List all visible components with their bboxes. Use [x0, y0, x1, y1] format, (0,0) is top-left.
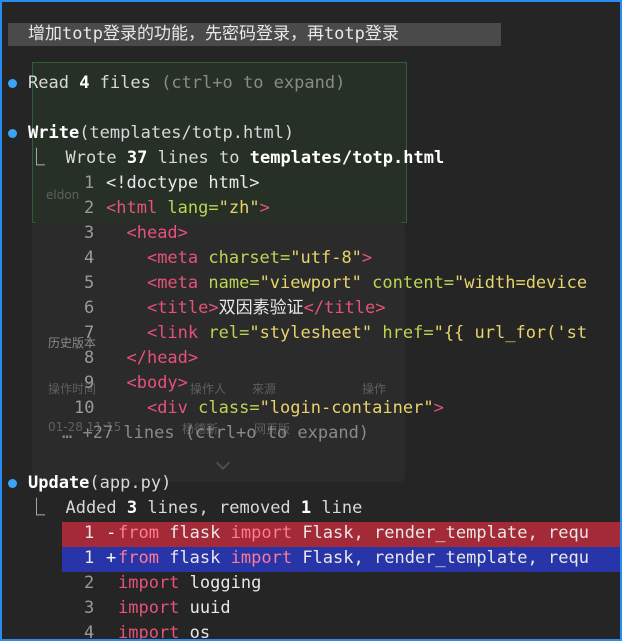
diff-sign: -: [106, 523, 117, 543]
line-number: 4: [84, 623, 95, 641]
write-action-line: Write(templates/totp.html): [28, 121, 294, 146]
ghost-col4: 操作: [362, 382, 387, 396]
update-tool-arg: (app.py): [89, 473, 172, 493]
code-text: <meta name="viewport" content="width=dev…: [146, 273, 588, 293]
terminal-window: eldon 历史版本 操作时间 操作人 来源 操作 01-28 11:15 杨德…: [0, 0, 622, 641]
read-count: 4: [79, 73, 90, 93]
line-number: 3: [84, 598, 95, 618]
ghost-label: eldon: [46, 188, 80, 202]
update-removed-count: 1: [300, 498, 312, 518]
update-action-line: Update(app.py): [28, 471, 171, 496]
update-result-mid: lines, removed: [137, 498, 301, 518]
write-result-line: ⎿ Wrote 37 lines to templates/totp.html: [28, 146, 444, 171]
code-text: <head>: [126, 223, 188, 243]
code-text: import os: [118, 623, 211, 641]
read-suffix: files: [89, 73, 151, 93]
read-action-line: Read 4 files (ctrl+o to expand): [28, 71, 345, 96]
line-number: 1: [84, 173, 95, 193]
write-tool-arg: (templates/totp.html): [79, 123, 295, 143]
code-text: <meta charset="utf-8">: [146, 248, 373, 268]
update-result-line: ⎿ Added 3 lines, removed 1 line: [28, 496, 362, 521]
code-text: <link rel="stylesheet" href="{{ url_for(…: [146, 323, 588, 343]
user-prompt: 增加totp登录的功能，先密码登录，再totp登录: [8, 23, 501, 46]
code-text: import uuid: [118, 598, 231, 618]
code-text: <html lang="zh">: [106, 198, 270, 218]
write-result-path: templates/totp.html: [249, 148, 445, 168]
read-bullet-icon: [8, 79, 17, 88]
line-number: 3: [84, 223, 95, 243]
line-number: 7: [84, 323, 95, 343]
ghost-col3: 来源: [252, 382, 277, 396]
code-text: </head>: [126, 348, 199, 368]
code-text: <title>双因素验证</title>: [146, 298, 386, 318]
line-number: 10: [74, 398, 95, 418]
write-tool-name: Write: [28, 123, 80, 143]
write-result-mid: lines to: [147, 148, 250, 168]
write-result-count: 37: [126, 148, 148, 168]
line-number: 9: [84, 373, 95, 393]
line-number: 1: [84, 523, 95, 543]
diff-sign: [106, 621, 116, 639]
code-text: <body>: [126, 373, 188, 393]
update-result-prefix: ⎿ Added: [28, 498, 127, 518]
code-text: from flask import Flask, render_template…: [118, 523, 589, 543]
diff-sign: +: [106, 548, 117, 568]
write-more-hint[interactable]: … +27 lines (ctrl+o to expand): [62, 421, 369, 446]
line-number: 6: [84, 298, 95, 318]
code-text: <!doctype html>: [106, 173, 260, 193]
write-bullet-icon: [8, 129, 17, 138]
line-number: 8: [84, 348, 95, 368]
diff-sign: [106, 596, 116, 621]
line-number: 5: [84, 273, 95, 293]
read-prefix: Read: [28, 73, 80, 93]
update-result-suffix: line: [311, 498, 363, 518]
line-number: 1: [84, 548, 95, 568]
update-bullet-icon: [8, 479, 17, 488]
code-text: from flask import Flask, render_template…: [118, 548, 589, 568]
update-added-count: 3: [126, 498, 138, 518]
code-text: import logging: [118, 573, 262, 593]
diff-sign: [106, 571, 116, 596]
read-expand-hint[interactable]: (ctrl+o to expand): [151, 73, 345, 93]
ghost-col2: 操作人: [190, 382, 227, 396]
line-number: 2: [84, 573, 95, 593]
line-number: 2: [84, 198, 95, 218]
code-text: <div class="login-container">: [146, 398, 444, 418]
write-result-prefix: ⎿ Wrote: [28, 148, 127, 168]
update-tool-name: Update: [28, 473, 90, 493]
line-number: 4: [84, 248, 95, 268]
